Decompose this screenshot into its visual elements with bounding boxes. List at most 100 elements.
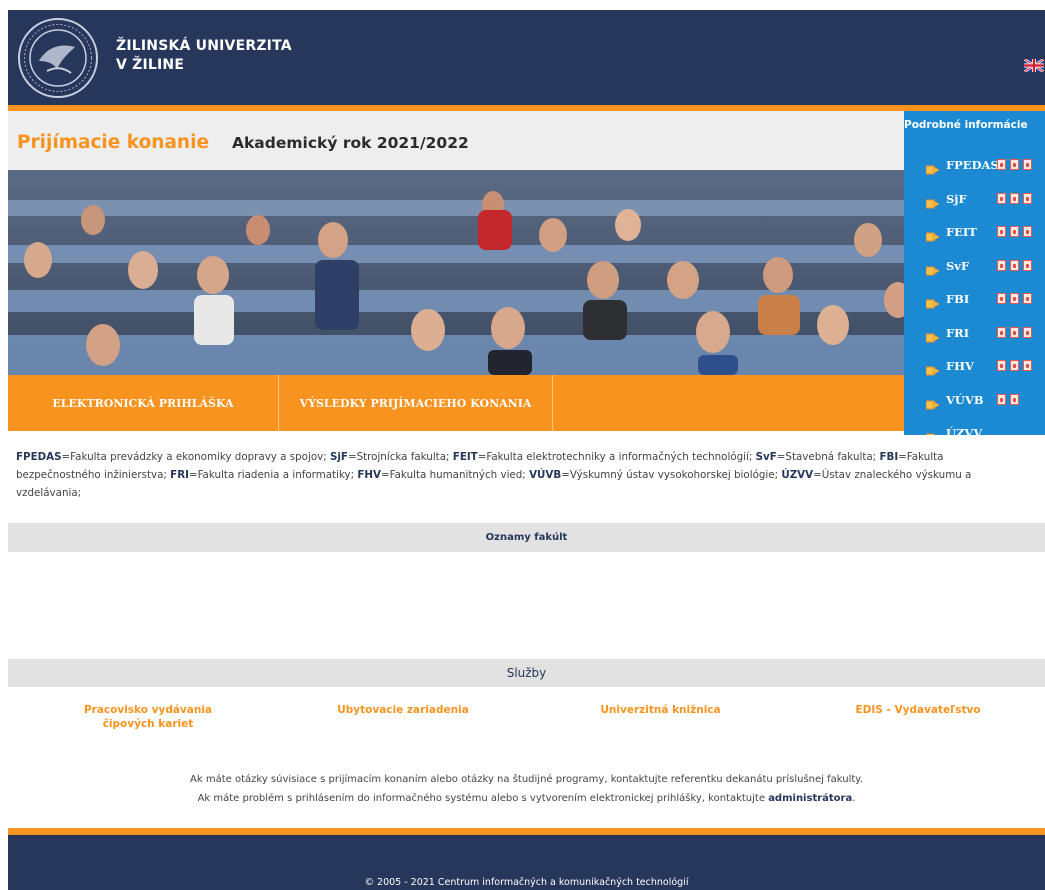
faculty-link-úzvv[interactable]: ÚZVV: [925, 422, 1045, 435]
faculty-announcements-title: Oznamy fakúlt: [485, 532, 568, 543]
administrator-link[interactable]: administrátora: [768, 793, 852, 804]
faculty-announcements-header: Oznamy fakúlt: [8, 523, 1045, 552]
faculty-code: SjF: [946, 191, 967, 206]
abbreviation-code: FPEDAS: [16, 451, 62, 463]
pdf-icon[interactable]: [1010, 226, 1019, 237]
abbreviation-code: ÚZVV: [781, 469, 814, 481]
title-area: Prijímacie konanie Akademický rok 2021/2…: [8, 111, 904, 170]
university-name-line1: ŽILINSKÁ UNIVERZITA: [116, 38, 292, 54]
service-publishing[interactable]: EDIS - Vydavateľstvo: [833, 703, 1003, 717]
service-label: Univerzitná knižnica: [600, 704, 721, 716]
abbreviation-meaning: =Výskumný ústav vysokohorskej biológie;: [561, 469, 782, 481]
abbreviation-meaning: =Fakulta prevádzky a ekonomiky dopravy a…: [61, 451, 330, 463]
pdf-icon[interactable]: [1023, 326, 1032, 338]
services-title: Služby: [506, 666, 547, 680]
faculty-code: FRI: [946, 325, 970, 340]
pdf-icon[interactable]: [1010, 159, 1019, 170]
abbreviation-code: SvF: [755, 451, 777, 463]
abbreviation-code: FEIT: [452, 451, 478, 463]
faculty-link-sjf[interactable]: SjF: [925, 188, 1045, 210]
faculty-link-feit[interactable]: FEIT: [925, 221, 1045, 243]
faculty-link-fhv[interactable]: FHV: [925, 355, 1045, 377]
copyright: © 2005 - 2021 Centrum informačných a kom…: [364, 877, 689, 888]
service-accommodation[interactable]: Ubytovacie zariadenia: [318, 703, 488, 717]
service-label: Ubytovacie zariadenia: [337, 704, 469, 716]
arrow-right-icon: [925, 361, 940, 376]
university-name[interactable]: ŽILINSKÁ UNIVERZITA V ŽILINE: [116, 37, 292, 75]
admission-results-button[interactable]: VÝSLEDKY PRIJÍMACIEHO KONANIA: [279, 375, 553, 431]
faculty-code: SvF: [946, 258, 970, 273]
pdf-icon[interactable]: [997, 360, 1006, 371]
pdf-icon[interactable]: [997, 192, 1006, 204]
pdf-icon[interactable]: [1010, 192, 1019, 204]
pdf-icon[interactable]: [1023, 360, 1032, 371]
service-label: čipových kariet: [102, 718, 194, 730]
pdf-icon[interactable]: [997, 393, 1006, 405]
abbreviation-code: SjF: [329, 451, 348, 463]
arrow-right-icon: [925, 261, 940, 275]
pdf-icon[interactable]: [1023, 259, 1032, 271]
electronic-application-button[interactable]: ELEKTRONICKÁ PRIHLÁŠKA: [8, 375, 279, 431]
faculty-code: FHV: [946, 359, 974, 373]
pdf-icon[interactable]: [1010, 360, 1019, 371]
pdf-icon[interactable]: [997, 259, 1006, 271]
contact-line-2-end: .: [852, 793, 856, 804]
pdf-icon[interactable]: [997, 326, 1006, 338]
faculty-info-panel: Podrobné informácie FPEDAS SjF FEIT SvF FBI F…: [904, 111, 1045, 435]
academic-year: Akademický rok 2021/2022: [232, 134, 469, 152]
site-header: ŽILINSKÁ UNIVERZITA V ŽILINE: [8, 10, 1045, 105]
service-chip-cards[interactable]: Pracovisko vydávania čipových kariet: [68, 703, 228, 731]
university-seal-icon[interactable]: [17, 17, 99, 99]
pdf-icon[interactable]: [1010, 293, 1019, 304]
pdf-icon[interactable]: [1010, 326, 1019, 338]
abbreviation-code: FHV: [357, 469, 382, 481]
abbreviation-meaning: =Strojnícka fakulta;: [347, 451, 453, 463]
empty-button-slot: [553, 375, 904, 431]
contact-line-2-text: Ak máte problém s prihlásením do informa…: [197, 793, 769, 804]
arrow-right-icon: [925, 227, 940, 242]
faculty-link-vúvb[interactable]: VÚVB: [925, 389, 1045, 411]
service-label: Pracovisko vydávania: [83, 704, 213, 716]
services-header: Služby: [8, 659, 1045, 687]
contact-line-2: Ak máte problém s prihlásením do informa…: [8, 789, 1045, 808]
lecture-hall-photo: [8, 170, 904, 375]
faculty-code: ÚZVV: [946, 426, 983, 435]
faculty-link-svf[interactable]: SvF: [925, 255, 1045, 277]
abbreviation-code: VÚVB: [529, 469, 562, 481]
uk-flag-icon[interactable]: [1023, 57, 1045, 74]
faculty-code: VÚVB: [946, 392, 984, 407]
faculty-link-fri[interactable]: FRI: [925, 322, 1045, 344]
faculty-code: FPEDAS: [946, 158, 999, 172]
arrow-right-icon: [925, 428, 940, 435]
pdf-icon[interactable]: [997, 226, 1006, 237]
abbreviation-meaning: =Fakulta riadenia a informatiky;: [188, 469, 358, 481]
faculty-link-fpedas[interactable]: FPEDAS: [925, 154, 1045, 176]
pdf-icon[interactable]: [997, 159, 1006, 170]
pdf-icon[interactable]: [1023, 293, 1032, 304]
pdf-icon[interactable]: [1023, 226, 1032, 237]
abbreviation-code: FRI: [170, 469, 189, 481]
contact-line-1: Ak máte otázky súvisiace s prijímacím ko…: [190, 774, 863, 785]
faculty-code: FBI: [946, 292, 970, 306]
pdf-icon[interactable]: [1023, 192, 1032, 204]
main-actions: ELEKTRONICKÁ PRIHLÁŠKA VÝSLEDKY PRIJÍMAC…: [8, 375, 904, 431]
arrow-right-icon: [925, 194, 940, 208]
pdf-icon[interactable]: [1010, 393, 1019, 405]
university-name-line2: V ŽILINE: [116, 57, 185, 73]
service-label: EDIS - Vydavateľstvo: [855, 704, 981, 716]
arrow-right-icon: [925, 328, 940, 342]
arrow-right-icon: [925, 160, 940, 175]
faculty-link-fbi[interactable]: FBI: [925, 288, 1045, 310]
arrow-right-icon: [925, 294, 940, 309]
abbreviation-meaning: =Fakulta humanitných vied;: [381, 469, 530, 481]
arrow-right-icon: [925, 395, 940, 409]
site-footer: © 2005 - 2021 Centrum informačných a kom…: [8, 835, 1045, 890]
faculty-info-title: Podrobné informácie: [904, 119, 1028, 131]
services-list: Pracovisko vydávania čipových kariet Uby…: [8, 703, 1045, 743]
pdf-icon[interactable]: [997, 293, 1006, 304]
pdf-icon[interactable]: [1010, 259, 1019, 271]
pdf-icon[interactable]: [1023, 159, 1032, 170]
contact-info: Ak máte otázky súvisiace s prijímacím ko…: [8, 770, 1045, 808]
page-title: Prijímacie konanie: [17, 132, 209, 153]
service-library[interactable]: Univerzitná knižnica: [578, 703, 743, 717]
